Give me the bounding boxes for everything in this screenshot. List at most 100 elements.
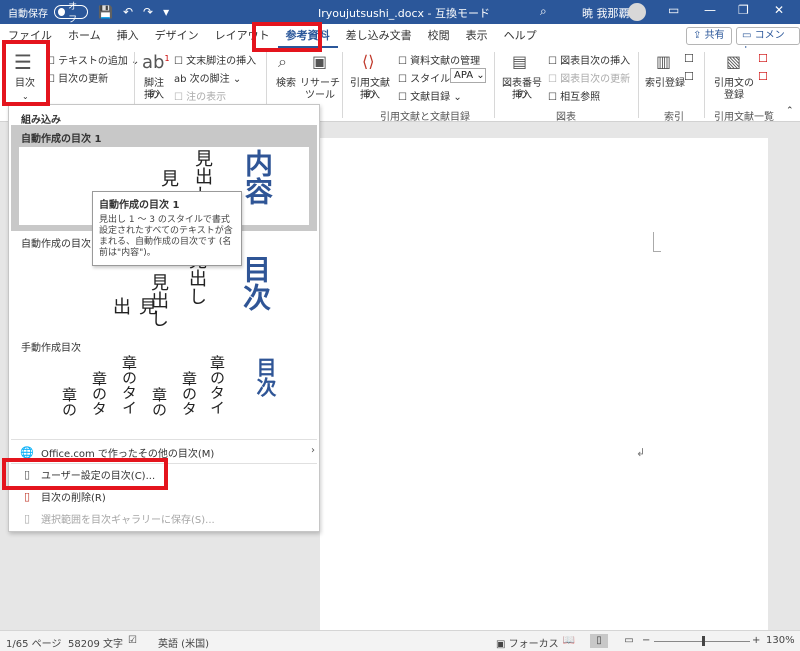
insert-table-of-figures-label: 図表目次の挿入 <box>560 56 631 67</box>
mark-entry-icon[interactable]: ▥ <box>656 52 671 71</box>
close-icon[interactable]: ✕ <box>774 3 784 17</box>
manage-sources-label: 資料文献の管理 <box>410 56 481 67</box>
autosave-toggle[interactable]: オフ <box>54 2 88 25</box>
manual-toc-title: 手動作成目次 <box>21 343 81 354</box>
tab-references[interactable]: 参考資料 <box>277 24 338 48</box>
researcher-label-2[interactable]: ツール <box>300 90 340 102</box>
insert-footnote-label-2[interactable]: 挿入 <box>140 90 168 102</box>
web-layout-icon[interactable]: ▭ <box>620 634 638 648</box>
search-icon[interactable]: ⌕ <box>540 4 547 19</box>
next-footnote-button[interactable]: ab 次の脚注 ⌄ <box>174 70 241 85</box>
bibliography-icon: ☐ <box>398 92 411 103</box>
update-toc-button[interactable]: ☐ 目次の更新 <box>46 70 108 85</box>
custom-toc-item[interactable]: ▯ ユーザー設定の目次(C)... <box>19 465 155 483</box>
toc-dropdown-arrow-icon[interactable]: ⌄ <box>22 92 29 101</box>
table-of-contents-icon[interactable]: ☰ <box>14 50 32 74</box>
ribbon-display-icon[interactable]: ▭ <box>668 3 679 17</box>
update-table-button[interactable]: ☐ 図表目次の更新 <box>548 70 630 85</box>
cross-reference-icon: ☐ <box>548 92 561 103</box>
show-notes-icon: ☐ <box>174 92 187 103</box>
redo-icon[interactable]: ↷ <box>143 5 153 19</box>
insert-table-of-authorities-icon[interactable]: ☐ <box>758 52 768 65</box>
collapse-ribbon-icon[interactable]: ⌃ <box>786 106 794 116</box>
search-button[interactable]: 検索 <box>274 78 298 90</box>
footnote-icon[interactable]: ab1 <box>142 52 170 73</box>
zoom-out-icon[interactable]: − <box>642 635 650 646</box>
update-table-icon: ☐ <box>548 74 561 85</box>
word-count[interactable]: 58209 文字 <box>68 635 123 650</box>
undo-icon[interactable]: ↶ <box>123 5 133 19</box>
tab-insert[interactable]: 挿入 <box>109 24 147 48</box>
insert-index-icon[interactable]: ☐ <box>684 52 694 65</box>
toc-button[interactable]: 目次 <box>12 78 38 90</box>
insert-table-of-figures-button[interactable]: ☐ 図表目次の挿入 <box>548 52 630 67</box>
tab-review[interactable]: 校閲 <box>420 24 458 48</box>
update-table-of-authorities-icon[interactable]: ☐ <box>758 70 768 83</box>
style-label: ☐ スタイル: <box>398 70 454 85</box>
preview-line: 章のタ <box>180 371 198 416</box>
maximize-icon[interactable]: ❐ <box>738 3 749 17</box>
customize-quick-access-icon[interactable]: ▾ <box>163 5 169 19</box>
search-icon[interactable]: ⌕ <box>278 52 287 72</box>
preview-line: 章の <box>60 387 78 417</box>
zoom-level[interactable]: 130% <box>766 635 795 646</box>
save-icon[interactable]: 💾 <box>98 5 113 19</box>
builtin-header: 組み込み <box>21 115 61 126</box>
citation-style-select[interactable]: APA ⌄ <box>450 68 486 83</box>
zoom-slider-thumb[interactable] <box>702 636 705 646</box>
autosave-label: 自動保存 <box>8 8 48 20</box>
ribbon-separator <box>494 52 495 118</box>
comments-button[interactable]: ▭ コメント <box>736 27 800 57</box>
remove-toc-item[interactable]: ▯ 目次の削除(R) <box>19 487 106 505</box>
auto-toc-1-title: 自動作成の目次 1 <box>21 134 102 145</box>
researcher-label-1[interactable]: リサーチ <box>300 78 340 90</box>
office-more-toc-item[interactable]: 🌐 Office.com で作ったその他の目次(M) <box>19 443 214 461</box>
read-mode-icon[interactable]: 📖 <box>560 634 578 648</box>
bibliography-button[interactable]: ☐ 文献目録 ⌄ <box>398 88 462 103</box>
document-page[interactable] <box>320 138 768 630</box>
researcher-icon[interactable]: ▣ <box>312 52 327 71</box>
insert-citation-icon[interactable]: ⟨⟩ <box>362 52 374 71</box>
insert-endnote-button[interactable]: ☐ 文末脚注の挿入 <box>174 52 256 67</box>
tab-mailings[interactable]: 差し込み文書 <box>338 24 420 48</box>
captions-group-label: 図表 <box>556 112 576 123</box>
insert-caption-label-2[interactable]: 挿入 <box>498 90 546 102</box>
cross-reference-button[interactable]: ☐ 相互参照 <box>548 88 600 103</box>
tab-file[interactable]: ファイル <box>0 24 60 48</box>
toc-gallery-item-manual[interactable]: 目次 章のタイ 章のタ 章の 章のタイ 章のタ 章の <box>11 355 317 433</box>
title-bar: 自動保存 オフ 💾 ↶ ↷ ▾ Iryoujutsushi_.docx - 互換… <box>0 0 800 25</box>
tab-help[interactable]: ヘルプ <box>496 24 545 48</box>
focus-button[interactable]: ▣ フォーカス <box>496 635 559 650</box>
page-count[interactable]: 1/65 ページ <box>6 635 61 650</box>
tab-design[interactable]: デザイン <box>147 24 207 48</box>
print-layout-icon[interactable]: ▯ <box>590 634 608 648</box>
remove-toc-label: 目次の削除(R) <box>41 492 106 504</box>
index-group-label: 索引 <box>664 112 684 123</box>
ribbon-separator <box>704 52 705 118</box>
mark-citation-label-1[interactable]: 引用文の <box>712 78 756 90</box>
status-bar: 1/65 ページ 58209 文字 ☑ 英語 (米国) ▣ フォーカス 📖 ▯ … <box>0 630 800 651</box>
tab-home[interactable]: ホーム <box>60 24 109 48</box>
autosave-state: オフ <box>68 2 78 25</box>
mark-entry-button[interactable]: 索引登録 <box>642 78 688 90</box>
insert-caption-icon[interactable]: ▤ <box>512 52 527 71</box>
minimize-icon[interactable]: — <box>704 3 716 17</box>
share-button[interactable]: ⇪ 共有 <box>686 27 732 45</box>
show-notes-button[interactable]: ☐ 注の表示 <box>174 88 226 103</box>
tab-layout[interactable]: レイアウト <box>207 24 278 48</box>
preview-line: 章のタイ <box>208 355 226 415</box>
save-selection-label: 選択範囲を目次ギャラリーに保存(S)... <box>41 514 215 526</box>
insert-citation-label-2[interactable]: 挿入 <box>346 90 394 102</box>
mark-citation-label-2[interactable]: 登録 <box>712 90 756 102</box>
save-selection-item[interactable]: ▯ 選択範囲を目次ギャラリーに保存(S)... <box>19 509 215 527</box>
mark-citation-icon[interactable]: ▧ <box>726 52 741 71</box>
preview-heading: 内容 <box>241 149 274 205</box>
proofing-icon[interactable]: ☑ <box>128 635 137 646</box>
tab-view[interactable]: 表示 <box>458 24 496 48</box>
add-text-button[interactable]: ☐ テキストの追加 ⌄ <box>46 52 139 67</box>
language[interactable]: 英語 (米国) <box>158 635 209 650</box>
manage-sources-button[interactable]: ☐ 資料文献の管理 <box>398 52 480 67</box>
focus-label: フォーカス <box>508 639 559 650</box>
avatar[interactable] <box>628 3 646 21</box>
zoom-in-icon[interactable]: + <box>752 635 760 646</box>
